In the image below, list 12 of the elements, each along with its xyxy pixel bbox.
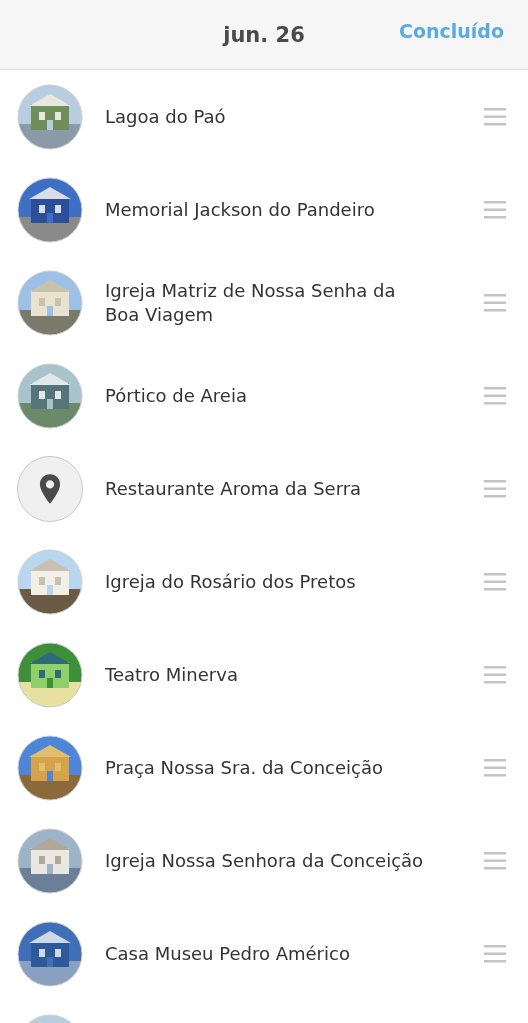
- place-name: Igreja Matriz de Nossa Senha da Boa Viagem: [105, 278, 397, 327]
- date-title: jun. 26: [223, 22, 305, 47]
- place-name: Praça Nossa Sra. da Conceição: [105, 755, 384, 780]
- place-name: Pórtico de Areia: [105, 383, 248, 408]
- done-button[interactable]: Concluído: [399, 20, 504, 42]
- place-name: Igreja Nossa Senhora da Conceição: [105, 848, 425, 873]
- place-name: Memorial Jackson do Pandeiro: [105, 197, 376, 222]
- place-name: Lagoa do Paó: [105, 104, 227, 129]
- place-name: Teatro Minerva: [105, 662, 239, 687]
- place-name: Restaurante Aroma da Serra: [105, 476, 363, 501]
- place-name: Casa Museu Pedro Américo: [105, 941, 351, 966]
- place-name: Igreja do Rosário dos Pretos: [105, 569, 357, 594]
